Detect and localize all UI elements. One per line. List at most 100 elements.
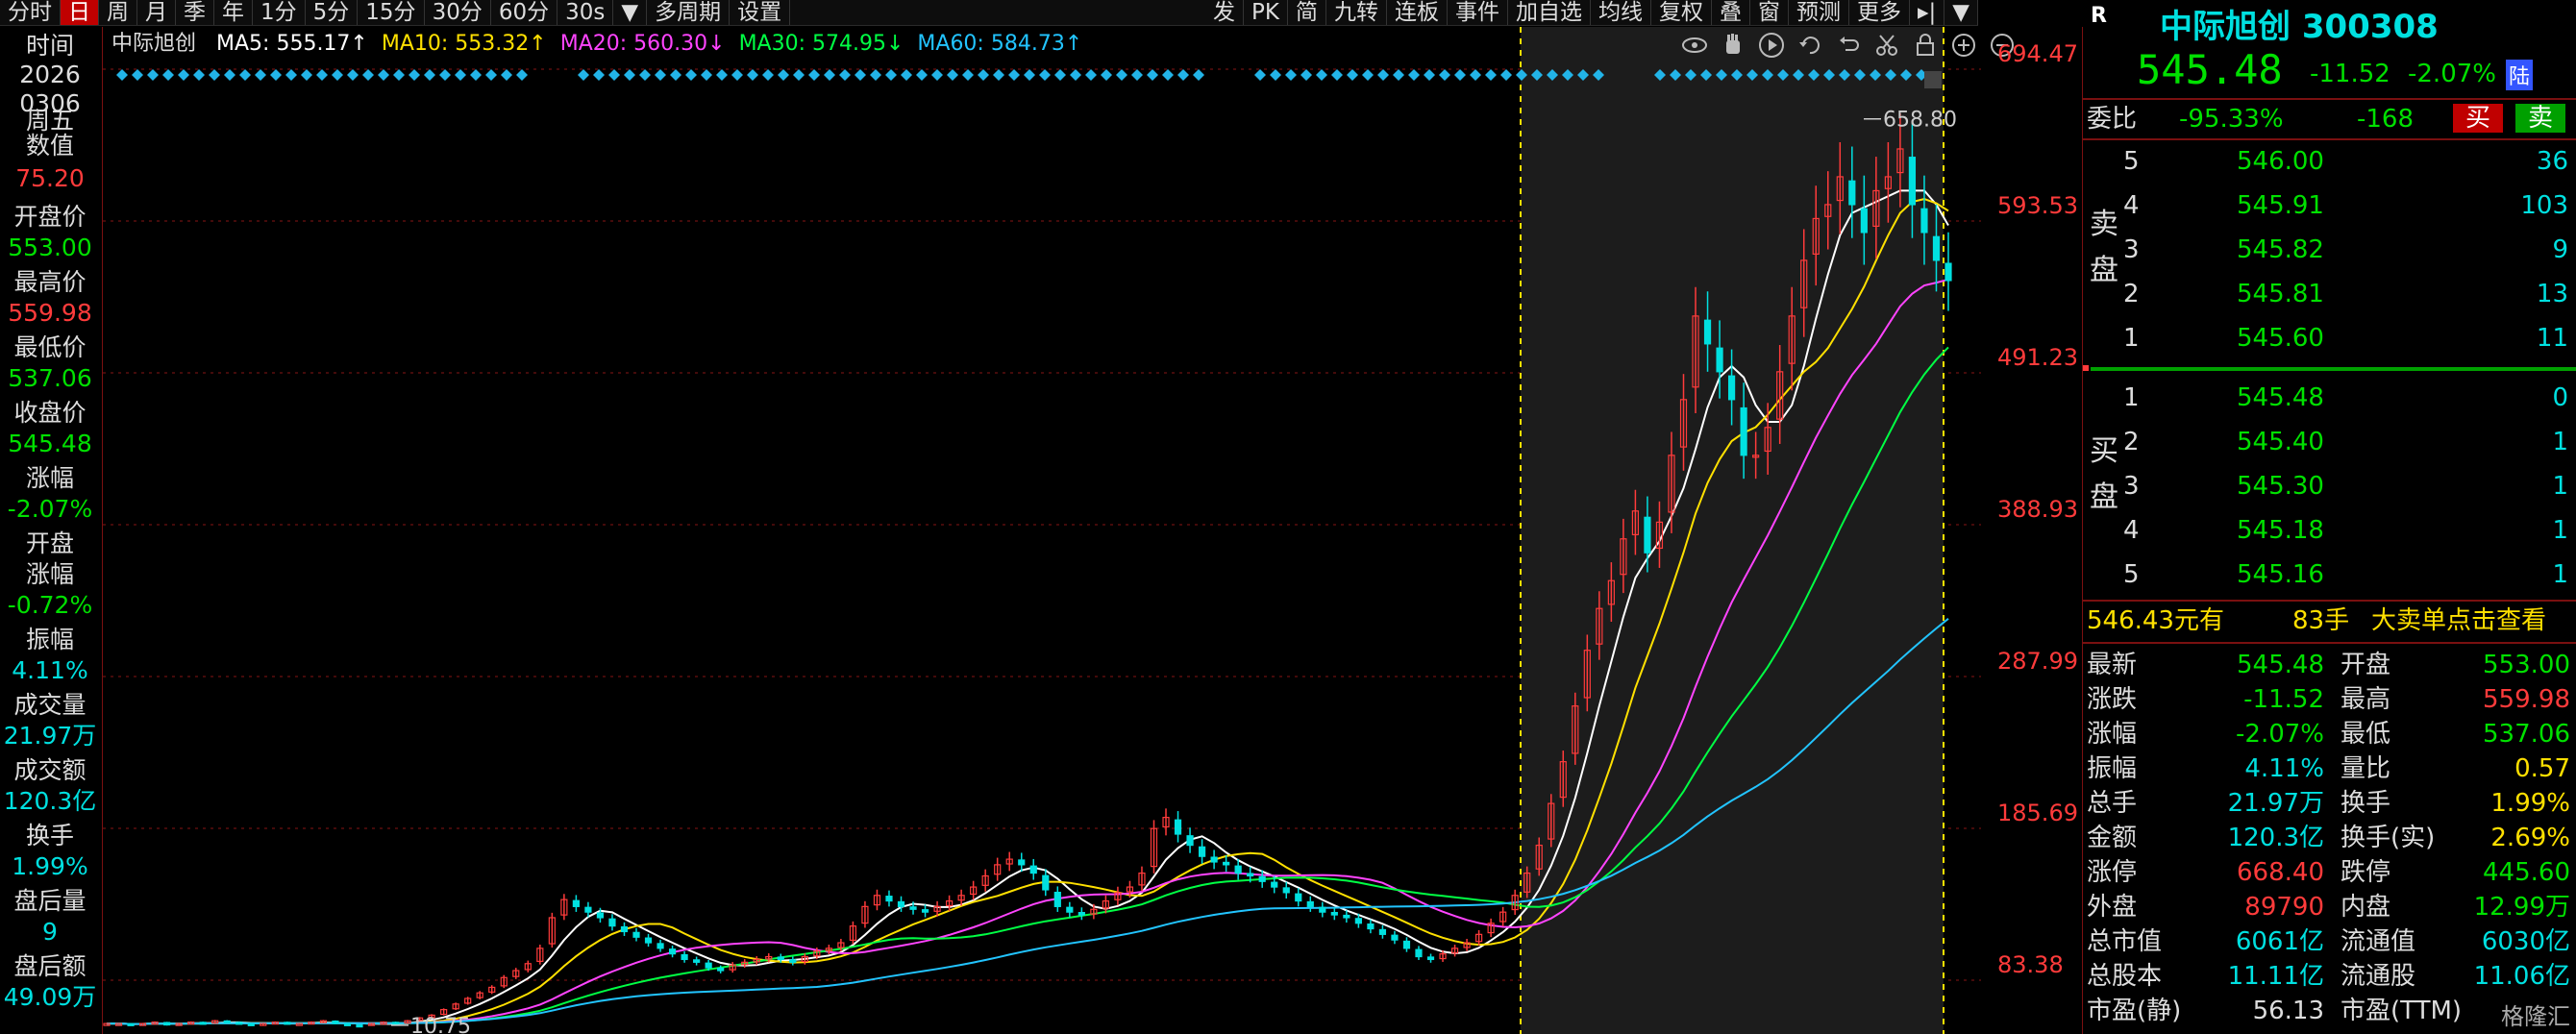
hand-icon[interactable] xyxy=(1719,31,1747,60)
ask-level-row[interactable]: 2 545.81 13 xyxy=(2083,277,2576,311)
event-marker xyxy=(132,69,143,81)
tool-button-2[interactable]: 简 xyxy=(1288,0,1326,25)
high-label: 最高价 xyxy=(13,268,87,296)
ask-level-row[interactable]: 3 545.82 9 xyxy=(2083,233,2576,267)
event-marker xyxy=(378,69,389,81)
tool-button-1[interactable]: PK xyxy=(1244,0,1288,25)
bid-level-row[interactable]: 2 545.40 1 xyxy=(2083,425,2576,459)
bid-level-row[interactable]: 1 545.48 0 xyxy=(2083,381,2576,415)
period-tab-7[interactable]: 5分 xyxy=(306,0,359,25)
period-tab-1[interactable]: 日 xyxy=(61,0,99,25)
period-tab-8[interactable]: 15分 xyxy=(358,0,425,25)
period-tab-3[interactable]: 月 xyxy=(137,0,176,25)
event-marker xyxy=(901,69,912,81)
big-order-row[interactable]: 546.43元有 83手 大卖单 点击查看 xyxy=(2083,603,2576,638)
tool-button-6[interactable]: 加自选 xyxy=(1508,0,1591,25)
stat-label-1: 涨跌 xyxy=(2087,685,2138,714)
candle-body xyxy=(572,899,580,907)
lu-badge[interactable]: 陆 xyxy=(2506,60,2534,90)
candle-body xyxy=(1198,846,1206,857)
tool-button-7[interactable]: 均线 xyxy=(1591,0,1651,25)
price-change: -11.52 xyxy=(2310,60,2390,88)
candle-body xyxy=(608,918,616,927)
tool-button-4[interactable]: 连板 xyxy=(1387,0,1448,25)
big-order-link[interactable]: 点击查看 xyxy=(2446,603,2546,638)
replay-icon[interactable] xyxy=(1796,31,1824,60)
ask-level-row[interactable]: 4 545.91 103 xyxy=(2083,188,2576,223)
candle-body xyxy=(1186,835,1194,847)
period-tab-13[interactable]: 设置 xyxy=(730,0,791,25)
event-marker xyxy=(239,69,251,81)
level-number: 3 xyxy=(2123,235,2140,264)
bid-level-row[interactable]: 5 545.16 1 xyxy=(2083,557,2576,592)
candle-body xyxy=(1053,891,1061,907)
candle-body xyxy=(1378,928,1387,935)
axis-tick-label: 287.99 xyxy=(1997,648,2078,675)
stat-label-2: 最低 xyxy=(2341,720,2391,749)
tool-button-12[interactable]: 更多 xyxy=(1849,0,1910,25)
event-marker xyxy=(685,69,697,81)
period-tab-4[interactable]: 季 xyxy=(176,0,214,25)
candle-body xyxy=(1271,881,1278,888)
candle-body xyxy=(1343,914,1350,919)
period-tab-2[interactable]: 周 xyxy=(99,0,137,25)
event-marker xyxy=(147,69,159,81)
event-marker xyxy=(1485,69,1497,81)
undo-icon[interactable] xyxy=(1834,31,1863,60)
event-marker xyxy=(1377,69,1389,81)
tool-button-10[interactable]: 窗 xyxy=(1750,0,1789,25)
event-marker xyxy=(1131,69,1143,81)
bid-level-row[interactable]: 3 545.30 1 xyxy=(2083,469,2576,504)
ask-level-row[interactable]: 5 546.00 36 xyxy=(2083,144,2576,179)
period-tab-9[interactable]: 30分 xyxy=(425,0,491,25)
tool-button-3[interactable]: 九转 xyxy=(1326,0,1387,25)
eye-icon[interactable] xyxy=(1680,31,1709,60)
candle-body xyxy=(1944,262,1952,282)
open-label: 开盘价 xyxy=(13,203,87,231)
close-icon xyxy=(1924,71,1942,88)
amount-value: 120.3亿 xyxy=(3,787,97,815)
candle-body xyxy=(1210,856,1218,863)
period-tab-5[interactable]: 年 xyxy=(214,0,253,25)
toolbar-more-icon[interactable]: ▼ xyxy=(1944,0,1978,25)
candle-body xyxy=(1258,875,1266,882)
change-value: -2.07% xyxy=(7,495,93,523)
lock-icon[interactable] xyxy=(1911,31,1940,60)
sell-button[interactable]: 卖 xyxy=(2515,104,2565,133)
zoom-in-icon[interactable] xyxy=(1949,31,1978,60)
event-marker xyxy=(1424,69,1435,81)
tool-button-5[interactable]: 事件 xyxy=(1448,0,1508,25)
tool-button-8[interactable]: 复权 xyxy=(1651,0,1712,25)
ask-level-row[interactable]: 1 545.60 11 xyxy=(2083,321,2576,356)
event-marker xyxy=(1116,69,1127,81)
event-marker xyxy=(639,69,651,81)
stock-title: 中际旭创 300308 xyxy=(2160,0,2439,47)
scissors-icon[interactable] xyxy=(1872,31,1901,60)
tool-button-0[interactable]: 发 xyxy=(1205,0,1245,25)
close-value: 545.48 xyxy=(8,430,92,457)
level-volume: 0 xyxy=(2552,383,2568,412)
period-dropdown-icon[interactable]: ▼ xyxy=(613,0,648,25)
tool-button-11[interactable]: 预测 xyxy=(1789,0,1849,25)
candle-body xyxy=(1727,375,1736,401)
stat-label-1: 涨幅 xyxy=(2087,720,2138,749)
play-icon[interactable] xyxy=(1757,31,1786,60)
toolbar-next-icon[interactable]: ▸| xyxy=(1910,0,1945,25)
period-tab-11[interactable]: 30s xyxy=(557,0,614,25)
kline-chart[interactable]: 658.80 10.75 xyxy=(103,27,1981,1034)
period-tab-6[interactable]: 1分 xyxy=(253,0,306,25)
stat-value-2: 2.69% xyxy=(2490,824,2570,852)
event-marker xyxy=(762,69,774,81)
ma-legend-item: MA20: 560.30↓ xyxy=(559,32,726,56)
bid-level-row[interactable]: 4 545.18 1 xyxy=(2083,513,2576,548)
stat-row: 总股本 11.11亿 流通股 11.06亿 xyxy=(2083,959,2576,994)
level-volume: 11 xyxy=(2536,324,2568,353)
axis-tick-label: 694.47 xyxy=(1997,40,2078,67)
period-tab-12[interactable]: 多周期 xyxy=(647,0,731,25)
tool-button-9[interactable]: 叠 xyxy=(1712,0,1750,25)
period-tab-10[interactable]: 60分 xyxy=(491,0,558,25)
buy-button[interactable]: 买 xyxy=(2453,104,2503,133)
event-marker xyxy=(978,69,989,81)
period-tab-0[interactable]: 分时 xyxy=(0,0,61,25)
